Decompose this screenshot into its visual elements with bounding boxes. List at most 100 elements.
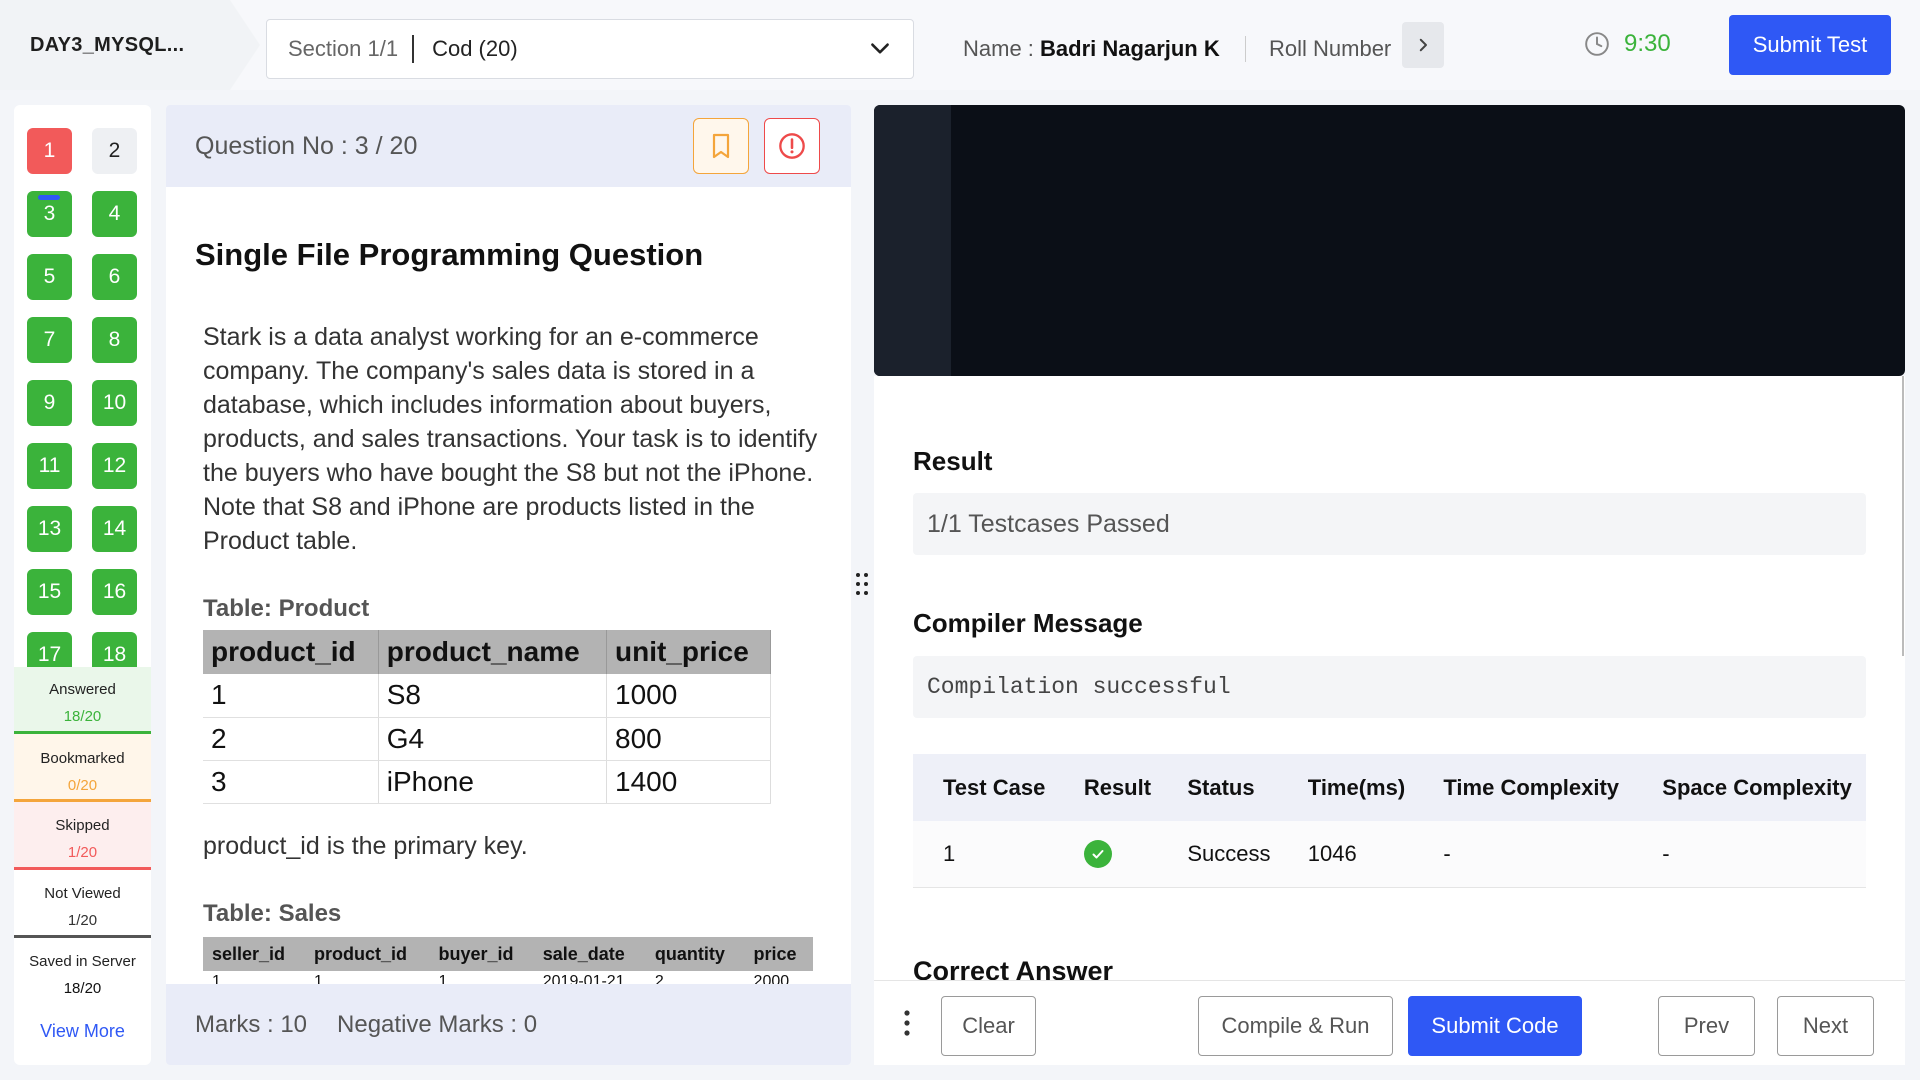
question-header: Question No : 3 / 20	[166, 105, 851, 187]
answered-value: 18/20	[63, 708, 102, 725]
question-button-12[interactable]: 12	[92, 443, 137, 489]
question-button-4[interactable]: 4	[92, 191, 137, 237]
testcase-result	[1053, 821, 1158, 888]
question-button-label: 12	[102, 454, 127, 477]
section-select[interactable]: Section 1/1 Cod (20)	[266, 19, 914, 79]
question-button-label: 6	[108, 265, 121, 288]
table-row: 2 G4 800	[203, 717, 771, 761]
question-button-label: 2	[108, 139, 121, 162]
question-grid: 1 2 3 4 5 6 7 8 9 10 11 12 13 14 15 16 17 18	[14, 105, 151, 667]
sales-column-header: sale_date	[533, 937, 646, 971]
question-button-3[interactable]: 3	[27, 191, 72, 237]
code-editor[interactable]	[874, 105, 1905, 376]
report-button[interactable]	[764, 118, 820, 174]
bookmark-button[interactable]	[693, 118, 749, 174]
testcase-status: Success	[1157, 821, 1278, 888]
question-button-9[interactable]: 9	[27, 380, 72, 426]
question-button-18[interactable]: 18	[92, 632, 137, 667]
candidate-name: Name : Badri Nagarjun K	[963, 36, 1220, 62]
roll-number-label: Roll Number	[1269, 36, 1392, 61]
question-button-15[interactable]: 15	[27, 569, 72, 615]
testcase-space-complexity: -	[1632, 821, 1866, 888]
not-viewed-label: Not Viewed	[44, 885, 121, 902]
product-cell: 3	[203, 760, 379, 804]
question-button-8[interactable]: 8	[92, 317, 137, 363]
not-viewed-stat: Not Viewed 1/20	[14, 870, 151, 938]
clear-button[interactable]: Clear	[941, 996, 1036, 1056]
question-button-label: 15	[37, 580, 62, 603]
prev-button[interactable]: Prev	[1658, 996, 1755, 1056]
skipped-stat: Skipped 1/20	[14, 802, 151, 870]
product-cell: S8	[378, 674, 608, 718]
skipped-label: Skipped	[55, 817, 110, 834]
question-number: Question No : 3 / 20	[195, 131, 418, 160]
question-button-10[interactable]: 10	[92, 380, 137, 426]
skipped-value: 1/20	[67, 844, 98, 861]
question-button-5[interactable]: 5	[27, 254, 72, 300]
action-bar: Clear Compile & Run Submit Code Prev Nex…	[874, 980, 1905, 1065]
editor-gutter	[874, 105, 951, 376]
submit-test-button[interactable]: Submit Test	[1729, 15, 1891, 75]
testcase-time: 1046	[1277, 821, 1414, 888]
product-table-label: Table: Product	[203, 595, 370, 622]
current-question-indicator	[38, 195, 60, 200]
result-scrollbar[interactable]	[1902, 376, 1904, 656]
result-label: Result	[913, 446, 993, 476]
sales-column-header: price	[744, 937, 813, 971]
question-button-13[interactable]: 13	[27, 506, 72, 552]
more-options-icon[interactable]	[903, 1009, 911, 1037]
view-more-link[interactable]: View More	[14, 1021, 151, 1042]
question-button-label: 4	[108, 202, 121, 225]
product-cell: 1400	[606, 760, 771, 804]
sales-table-label: Table: Sales	[203, 900, 342, 927]
testcase-column-header: Space Complexity	[1632, 754, 1866, 821]
question-button-label: 18	[102, 643, 127, 666]
bookmarked-stat: Bookmarked 0/20	[14, 734, 151, 802]
product-table: product_id product_name unit_price 1 S8 1000…	[203, 630, 771, 804]
testcase-time-complexity: -	[1413, 821, 1633, 888]
question-button-label: 7	[43, 328, 56, 351]
question-button-17[interactable]: 17	[27, 632, 72, 667]
question-button-14[interactable]: 14	[92, 506, 137, 552]
question-button-1[interactable]: 1	[27, 128, 72, 174]
drag-handle-icon[interactable]	[855, 572, 869, 596]
question-button-7[interactable]: 7	[27, 317, 72, 363]
name-value: Badri Nagarjun K	[1040, 36, 1220, 61]
table-row: 1 Success 1046 - -	[913, 821, 1866, 888]
question-button-label: 9	[43, 391, 56, 414]
testcase-column-header: Test Case	[913, 754, 1054, 821]
question-button-label: 1	[43, 139, 56, 162]
clock-icon	[1585, 32, 1609, 56]
answered-stat: Answered 18/20	[14, 667, 151, 734]
section-value: Cod (20)	[432, 36, 518, 61]
roll-number-expand-button[interactable]	[1402, 22, 1444, 68]
question-button-11[interactable]: 11	[27, 443, 72, 489]
sales-column-header: buyer_id	[429, 937, 534, 971]
testcase-number: 1	[913, 821, 1054, 888]
bookmark-icon	[712, 133, 730, 159]
question-button-16[interactable]: 16	[92, 569, 137, 615]
saved-value: 18/20	[63, 980, 102, 997]
product-cell: 1	[203, 674, 379, 718]
compile-run-button[interactable]: Compile & Run	[1198, 996, 1393, 1056]
top-header: DAY3_MYSQL... Section 1/1 Cod (20) Name …	[0, 0, 1920, 90]
next-button[interactable]: Next	[1777, 996, 1874, 1056]
bookmarked-label: Bookmarked	[40, 750, 125, 767]
sales-column-header: seller_id	[203, 937, 306, 971]
correct-answer-label: Correct Answer	[913, 956, 1114, 980]
question-panel: Question No : 3 / 20 Single File Program…	[166, 105, 851, 1065]
question-button-6[interactable]: 6	[92, 254, 137, 300]
submit-code-button[interactable]: Submit Code	[1408, 996, 1582, 1056]
name-divider	[1245, 36, 1246, 62]
question-footer: Marks : 10 Negative Marks : 0	[166, 984, 851, 1065]
product-column-header: unit_price	[606, 630, 771, 674]
timer-value: 9:30	[1624, 30, 1671, 57]
question-button-2[interactable]: 2	[92, 128, 137, 174]
test-title: DAY3_MYSQL...	[0, 0, 260, 90]
compiler-message-label: Compiler Message	[913, 608, 1143, 638]
result-value: 1/1 Testcases Passed	[913, 493, 1866, 555]
testcase-table: Test Case Result Status Time(ms) Time Comple…	[913, 754, 1866, 888]
marks: Marks : 10	[195, 1010, 308, 1038]
primary-key-note: product_id is the primary key.	[203, 832, 528, 860]
testcase-column-header: Result	[1053, 754, 1158, 821]
